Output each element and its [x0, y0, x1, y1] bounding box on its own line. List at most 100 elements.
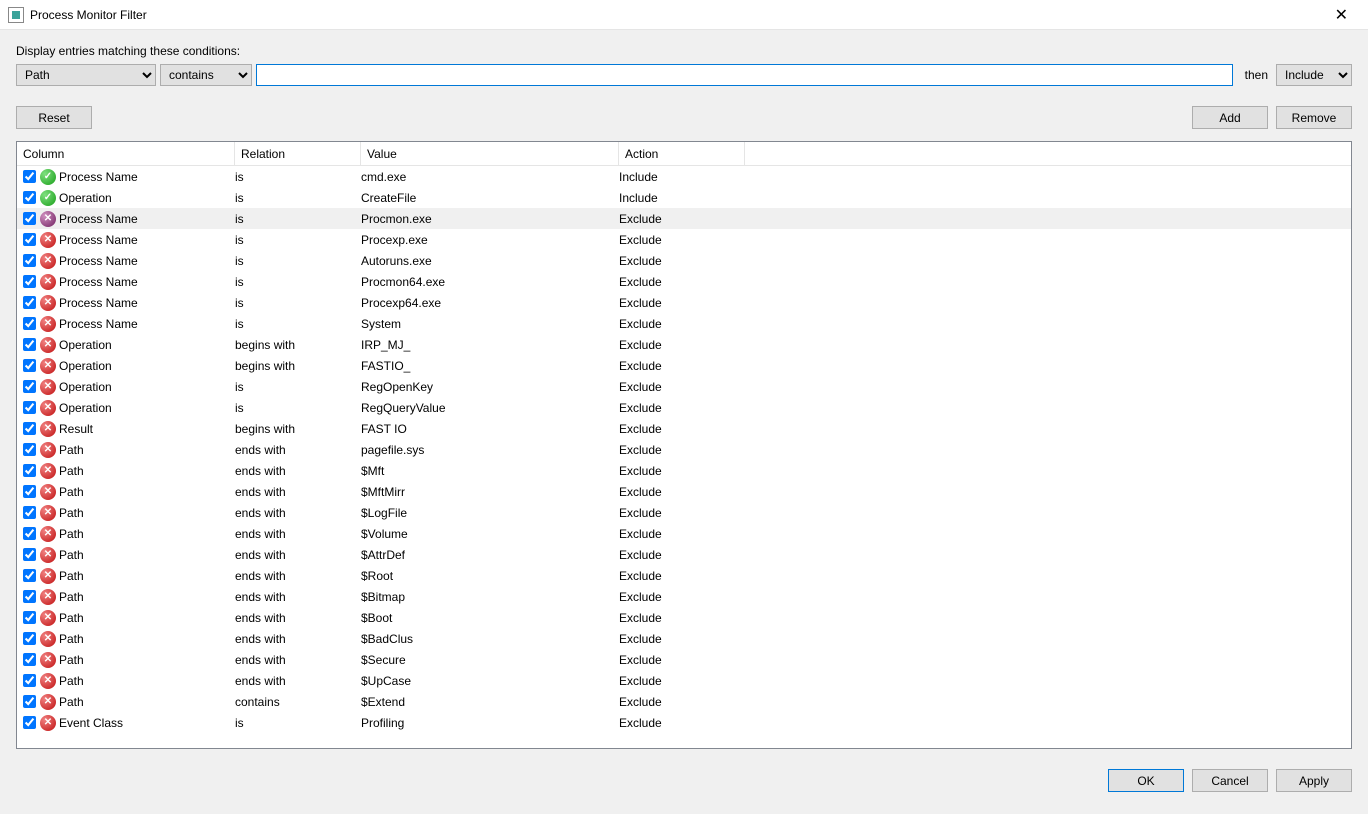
filter-row-item[interactable]: ✕Pathcontains$ExtendExclude [17, 691, 1351, 712]
filter-row-item[interactable]: ✕Resultbegins withFAST IOExclude [17, 418, 1351, 439]
exclude-icon: ✕ [40, 484, 56, 500]
row-column: Path [59, 485, 235, 499]
filter-row-item[interactable]: ✕Process NameisProcexp64.exeExclude [17, 292, 1351, 313]
row-checkbox[interactable] [23, 170, 36, 183]
exclude-icon: ✕ [40, 694, 56, 710]
filter-row-item[interactable]: ✕OperationisRegQueryValueExclude [17, 397, 1351, 418]
row-checkbox[interactable] [23, 716, 36, 729]
row-checkbox[interactable] [23, 359, 36, 372]
row-checkbox[interactable] [23, 254, 36, 267]
filter-row: Path contains then Include [16, 64, 1352, 86]
filter-row-item[interactable]: ✕Pathends with$LogFileExclude [17, 502, 1351, 523]
row-checkbox[interactable] [23, 506, 36, 519]
row-checkbox[interactable] [23, 611, 36, 624]
row-checkbox[interactable] [23, 422, 36, 435]
row-checkbox[interactable] [23, 443, 36, 456]
apply-button[interactable]: Apply [1276, 769, 1352, 792]
row-relation: ends with [235, 590, 361, 604]
row-action: Include [619, 191, 745, 205]
header-action[interactable]: Action [619, 142, 745, 165]
row-checkbox[interactable] [23, 338, 36, 351]
row-column: Operation [59, 401, 235, 415]
row-checkbox[interactable] [23, 590, 36, 603]
row-checkbox[interactable] [23, 191, 36, 204]
filter-row-item[interactable]: ✕Pathends with$SecureExclude [17, 649, 1351, 670]
filter-row-item[interactable]: ✕Process NameisProcexp.exeExclude [17, 229, 1351, 250]
row-column: Process Name [59, 254, 235, 268]
header-column[interactable]: Column [17, 142, 235, 165]
row-column: Process Name [59, 296, 235, 310]
filter-row-item[interactable]: ✕Operationbegins withFASTIO_Exclude [17, 355, 1351, 376]
row-checkbox[interactable] [23, 380, 36, 393]
app-icon [8, 7, 24, 23]
filter-row-item[interactable]: ✕Pathends with$UpCaseExclude [17, 670, 1351, 691]
action-select[interactable]: Include [1276, 64, 1352, 86]
row-checkbox[interactable] [23, 674, 36, 687]
row-column: Path [59, 506, 235, 520]
ok-button[interactable]: OK [1108, 769, 1184, 792]
reset-button[interactable]: Reset [16, 106, 92, 129]
row-checkbox[interactable] [23, 233, 36, 246]
row-checkbox[interactable] [23, 569, 36, 582]
filter-row-item[interactable]: ✕Pathends with$RootExclude [17, 565, 1351, 586]
row-value: cmd.exe [361, 170, 619, 184]
row-checkbox[interactable] [23, 401, 36, 414]
filter-row-item[interactable]: ✕Process NameisProcmon64.exeExclude [17, 271, 1351, 292]
row-checkbox[interactable] [23, 485, 36, 498]
filter-row-item[interactable]: ✕Event ClassisProfilingExclude [17, 712, 1351, 733]
row-value: FASTIO_ [361, 359, 619, 373]
filter-row-item[interactable]: ✓Process Nameiscmd.exeInclude [17, 166, 1351, 187]
header-value[interactable]: Value [361, 142, 619, 165]
row-value: $Mft [361, 464, 619, 478]
row-relation: ends with [235, 548, 361, 562]
row-checkbox[interactable] [23, 548, 36, 561]
filter-row-item[interactable]: ✕Pathends with$BootExclude [17, 607, 1351, 628]
row-action: Exclude [619, 401, 745, 415]
filter-row-item[interactable]: ✓OperationisCreateFileInclude [17, 187, 1351, 208]
row-value: Procmon.exe [361, 212, 619, 226]
row-relation: ends with [235, 443, 361, 457]
filter-row-item[interactable]: ✕Pathends with$VolumeExclude [17, 523, 1351, 544]
exclude-icon: ✕ [40, 631, 56, 647]
add-button[interactable]: Add [1192, 106, 1268, 129]
relation-select[interactable]: contains [160, 64, 252, 86]
filter-row-item[interactable]: ✕Process NameisProcmon.exeExclude [17, 208, 1351, 229]
close-button[interactable]: ✕ [1325, 1, 1358, 29]
exclude-icon: ✕ [40, 610, 56, 626]
row-checkbox[interactable] [23, 527, 36, 540]
row-column: Path [59, 464, 235, 478]
row-column: Path [59, 674, 235, 688]
row-checkbox[interactable] [23, 695, 36, 708]
cancel-button[interactable]: Cancel [1192, 769, 1268, 792]
column-select[interactable]: Path [16, 64, 156, 86]
filter-row-item[interactable]: ✕Pathends with$MftExclude [17, 460, 1351, 481]
header-relation[interactable]: Relation [235, 142, 361, 165]
row-action: Exclude [619, 611, 745, 625]
row-value: Profiling [361, 716, 619, 730]
row-value: $BadClus [361, 632, 619, 646]
filter-row-item[interactable]: ✕Process NameisSystemExclude [17, 313, 1351, 334]
filter-row-item[interactable]: ✕Operationbegins withIRP_MJ_Exclude [17, 334, 1351, 355]
row-relation: ends with [235, 485, 361, 499]
row-checkbox[interactable] [23, 632, 36, 645]
filter-row-item[interactable]: ✕OperationisRegOpenKeyExclude [17, 376, 1351, 397]
filter-row-item[interactable]: ✕Process NameisAutoruns.exeExclude [17, 250, 1351, 271]
row-checkbox[interactable] [23, 653, 36, 666]
row-checkbox[interactable] [23, 212, 36, 225]
row-checkbox[interactable] [23, 317, 36, 330]
value-input[interactable] [256, 64, 1233, 86]
row-action: Exclude [619, 590, 745, 604]
filter-row-item[interactable]: ✕Pathends with$BitmapExclude [17, 586, 1351, 607]
row-checkbox[interactable] [23, 275, 36, 288]
row-checkbox[interactable] [23, 296, 36, 309]
row-column: Path [59, 569, 235, 583]
remove-button[interactable]: Remove [1276, 106, 1352, 129]
exclude-icon: ✕ [40, 232, 56, 248]
filter-row-item[interactable]: ✕Pathends withpagefile.sysExclude [17, 439, 1351, 460]
row-checkbox[interactable] [23, 464, 36, 477]
filter-row-item[interactable]: ✕Pathends with$BadClusExclude [17, 628, 1351, 649]
filter-row-item[interactable]: ✕Pathends with$AttrDefExclude [17, 544, 1351, 565]
filter-row-item[interactable]: ✕Pathends with$MftMirrExclude [17, 481, 1351, 502]
row-value: $AttrDef [361, 548, 619, 562]
row-value: System [361, 317, 619, 331]
